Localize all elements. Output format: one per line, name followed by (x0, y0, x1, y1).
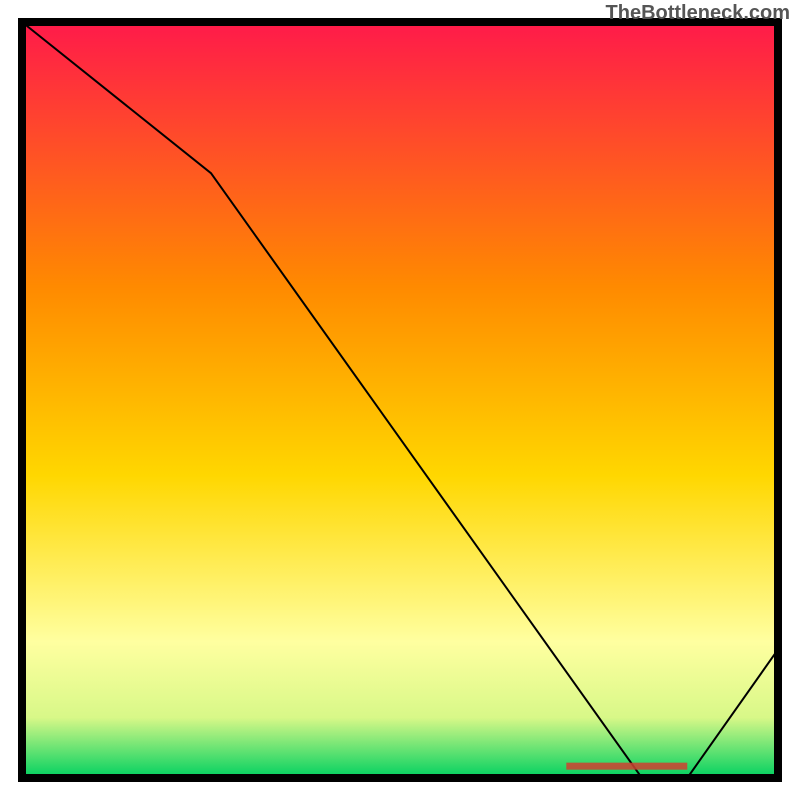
watermark-text: TheBottleneck.com (606, 2, 790, 25)
valley-annotation (566, 763, 687, 770)
chart-container: TheBottleneck.com (0, 0, 800, 800)
plot-background (22, 22, 778, 778)
chart-svg (0, 0, 800, 800)
